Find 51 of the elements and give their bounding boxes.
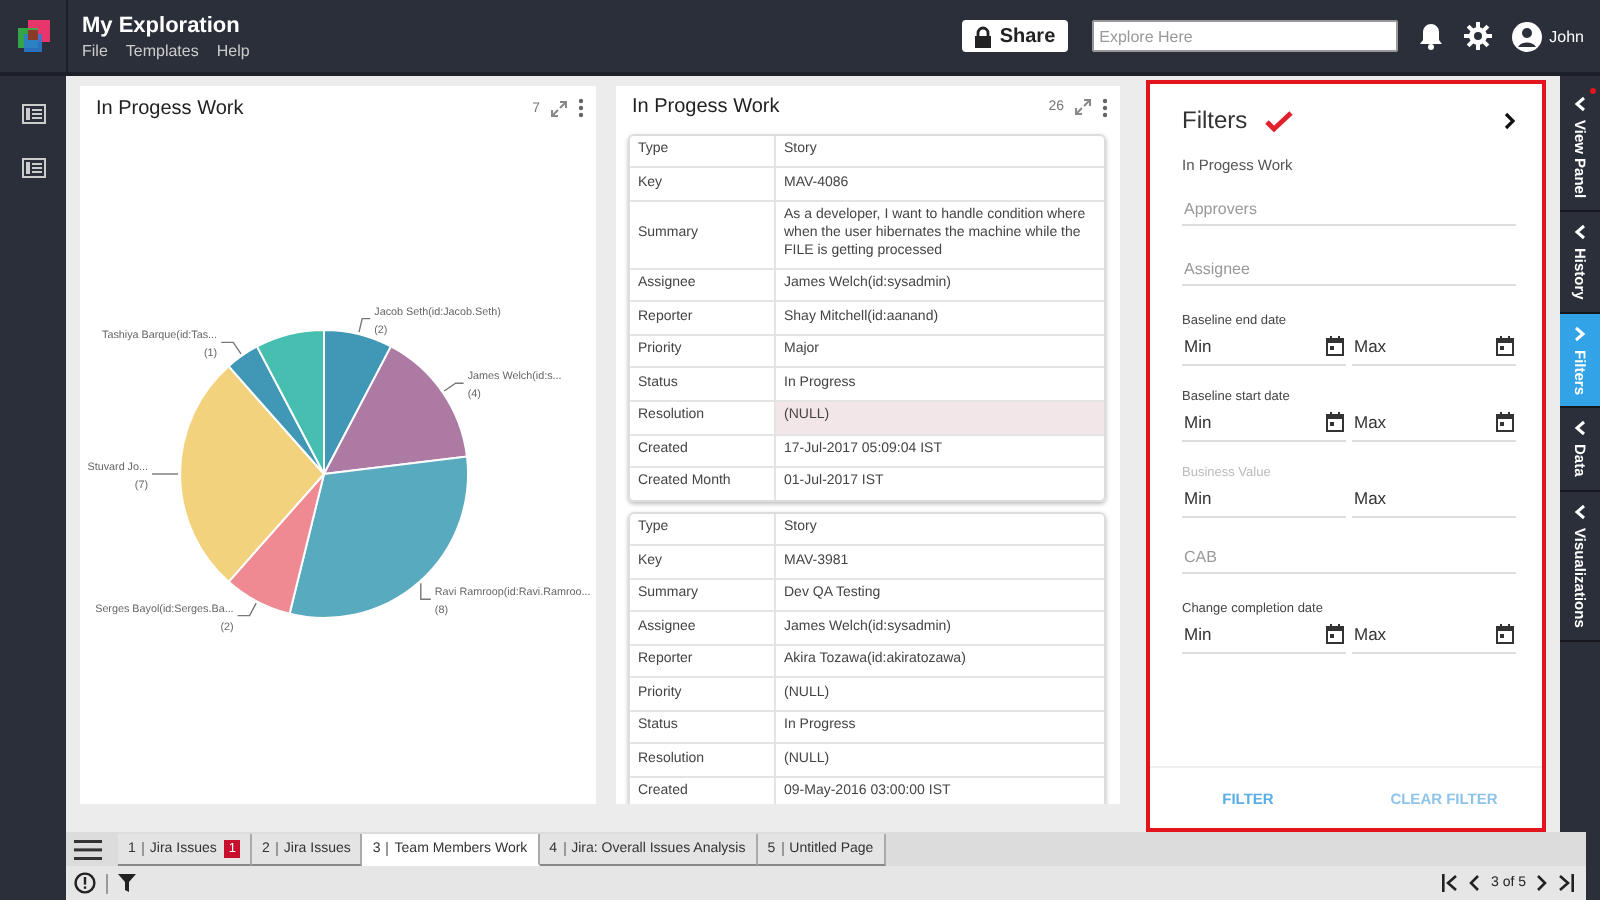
- chevron-right-icon[interactable]: [1504, 111, 1516, 129]
- more-options-icon[interactable]: [1102, 97, 1108, 118]
- chevron-icon: [1574, 325, 1586, 342]
- pie-slice[interactable]: [179, 365, 325, 583]
- calendar-icon[interactable]: [1326, 412, 1344, 432]
- next-page-icon[interactable]: [1536, 874, 1548, 892]
- menu-item[interactable]: File: [82, 41, 108, 59]
- lock-icon: [973, 25, 992, 47]
- previous-page-icon[interactable]: [1468, 874, 1481, 892]
- chevron-icon: [1574, 503, 1586, 520]
- user-name[interactable]: John: [1549, 27, 1584, 45]
- leader-line: [151, 473, 179, 475]
- calendar-icon[interactable]: [1496, 336, 1514, 356]
- panel-list-icon[interactable]: [21, 104, 45, 124]
- calendar-icon[interactable]: [1496, 624, 1514, 644]
- leader-line: [443, 382, 465, 392]
- menu-item[interactable]: Templates: [125, 41, 199, 59]
- logo-icon: [15, 18, 51, 54]
- chevron-icon: [1574, 420, 1586, 437]
- expand-icon[interactable]: [1074, 98, 1092, 117]
- more-options-icon[interactable]: [578, 98, 584, 118]
- info-icon[interactable]: [74, 872, 96, 894]
- calendar-icon[interactable]: [1326, 624, 1344, 644]
- pie-slice[interactable]: [256, 329, 325, 475]
- first-page-icon[interactable]: [1442, 874, 1459, 892]
- checkmark-icon: [1263, 109, 1294, 131]
- bell-icon[interactable]: [1417, 22, 1444, 50]
- menu-icon[interactable]: [74, 839, 102, 859]
- filters-title: Filters: [1182, 106, 1248, 134]
- pie-slice[interactable]: [323, 345, 468, 475]
- pie-slice[interactable]: [227, 345, 325, 475]
- filter-icon[interactable]: [118, 874, 136, 892]
- leader-line: [236, 602, 257, 617]
- expand-icon[interactable]: [550, 99, 568, 117]
- leader-line: [420, 582, 432, 600]
- panel-title: In Progess Work: [632, 96, 782, 119]
- search-field[interactable]: Explore Here: [1091, 20, 1398, 52]
- calendar-icon[interactable]: [1326, 336, 1344, 356]
- leader-line: [358, 317, 371, 333]
- last-page-icon[interactable]: [1558, 874, 1574, 892]
- share-button[interactable]: Share: [961, 20, 1068, 52]
- chevron-icon: [1574, 96, 1586, 112]
- exploration-title: My Exploration: [82, 13, 242, 37]
- panel-list-icon[interactable]: [21, 158, 45, 178]
- user-avatar-icon[interactable]: [1511, 21, 1542, 51]
- leader-line: [220, 341, 242, 355]
- calendar-icon[interactable]: [1496, 412, 1514, 432]
- settings-icon[interactable]: [1463, 22, 1492, 50]
- menu-item[interactable]: Help: [216, 41, 250, 59]
- panel-title: In Progess Work: [96, 97, 246, 119]
- chevron-icon: [1574, 224, 1586, 241]
